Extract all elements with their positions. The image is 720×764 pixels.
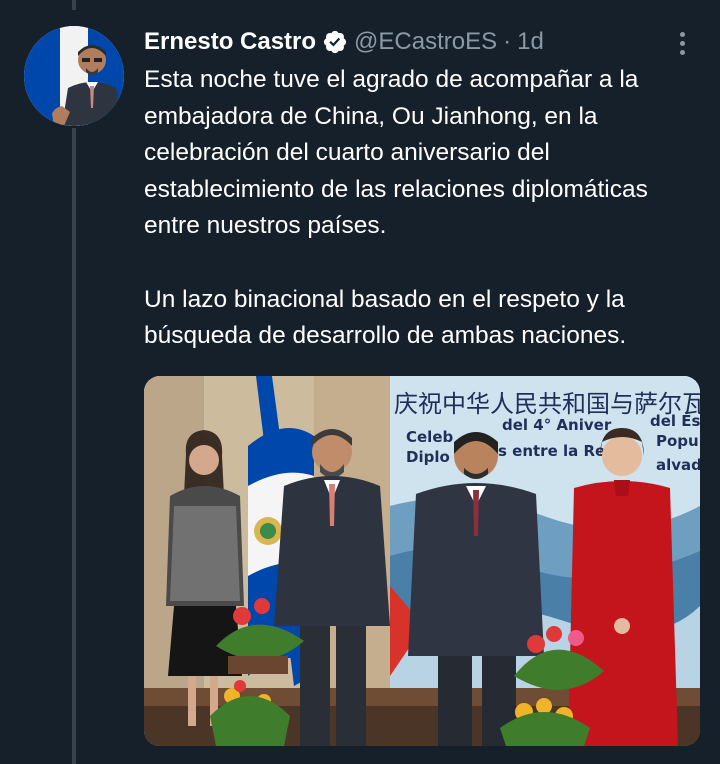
- banner-text-3b: s entre la Re: [498, 442, 605, 460]
- verified-badge-icon: [322, 29, 348, 55]
- more-options-icon[interactable]: [664, 26, 700, 60]
- banner-text-2b: del 4° Aniver: [502, 416, 612, 434]
- avatar-image: [24, 26, 124, 126]
- tweet-header: Ernesto Castro @ECastroES · 1d: [144, 24, 544, 60]
- tweet-timestamp[interactable]: 1d: [517, 28, 544, 56]
- banner-text-4: alvado: [656, 456, 700, 474]
- tweet-photo[interactable]: 庆祝中华人民共和国与萨尔瓦 Celeb del 4° Aniver del Es…: [144, 376, 700, 746]
- author-name[interactable]: Ernesto Castro: [144, 28, 316, 56]
- banner-text-2a: Celeb: [406, 428, 453, 446]
- tweet-paragraph-1: Esta noche tuve el agrado de acompañar a…: [144, 66, 648, 240]
- banner-text-3a: Diplo: [406, 448, 450, 466]
- thread-line: [72, 128, 76, 764]
- avatar[interactable]: [24, 26, 124, 126]
- header-separator: ·: [503, 28, 512, 55]
- banner-text-3c: Popu: [656, 432, 699, 450]
- tweet-text: Esta noche tuve el agrado de acompañar a…: [144, 62, 704, 355]
- banner-text-2c: del Est: [650, 412, 700, 430]
- event-photo: 庆祝中华人民共和国与萨尔瓦 Celeb del 4° Aniver del Es…: [144, 376, 700, 746]
- thread-connector-top: [72, 0, 76, 10]
- tweet-paragraph-2: Un lazo binacional basado en el respeto …: [144, 285, 627, 350]
- author-handle[interactable]: @ECastroES: [354, 28, 497, 56]
